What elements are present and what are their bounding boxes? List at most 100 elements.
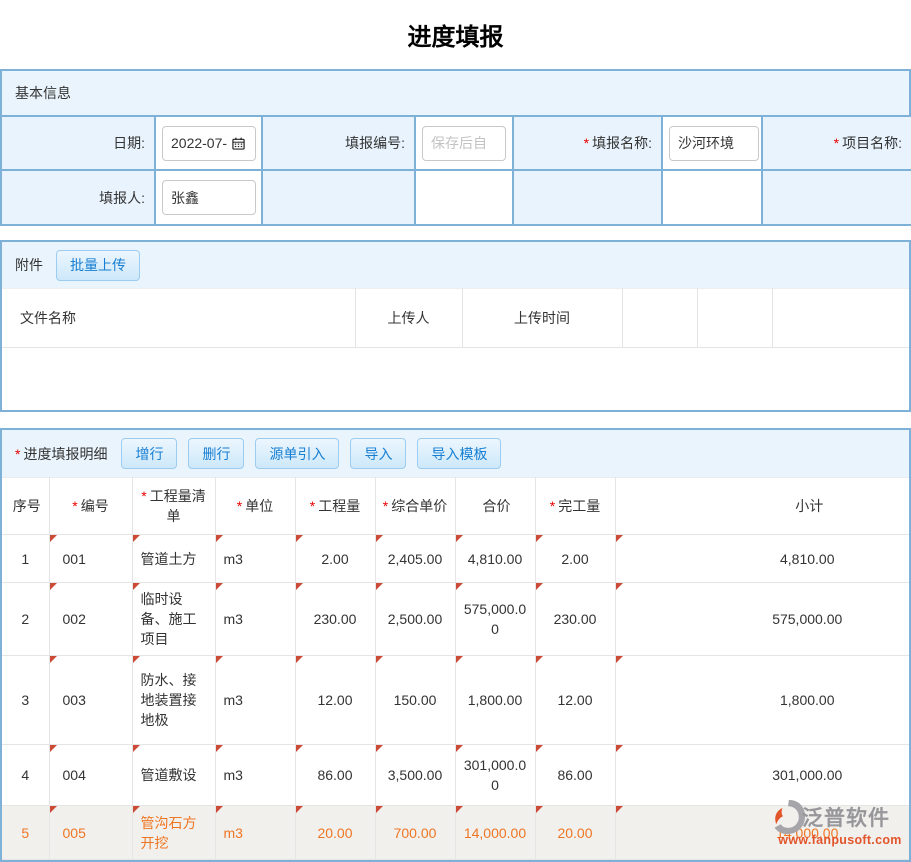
cell-unit-price[interactable]: 2,500.00 xyxy=(375,583,455,656)
report-no-cell xyxy=(415,116,513,170)
date-label: 日期: xyxy=(2,116,155,170)
date-cell: 2022-07- xyxy=(155,116,262,170)
details-panel: * 进度填报明细 增行 删行 源单引入 导入 导入模板 序号 *编号 *工程量清… xyxy=(0,428,911,862)
attachments-col-empty xyxy=(772,289,909,348)
cell-subtotal[interactable]: 14,000.00 xyxy=(615,806,909,860)
details-section-header: * 进度填报明细 增行 删行 源单引入 导入 导入模板 xyxy=(2,430,909,477)
attachments-panel: 附件 批量上传 文件名称 上传人 上传时间 xyxy=(0,240,911,412)
cell-code[interactable]: 002 xyxy=(49,583,132,656)
cell-unit[interactable]: m3 xyxy=(215,806,295,860)
details-header-row: 序号 *编号 *工程量清单 *单位 *工程量 *综合单价 合价 *完工量 小计 xyxy=(2,478,909,535)
cell-completed[interactable]: 86.00 xyxy=(535,745,615,806)
attachments-section-header: 附件 批量上传 xyxy=(2,242,909,288)
cell-amount[interactable]: 4,810.00 xyxy=(455,535,535,583)
cell-amount[interactable]: 14,000.00 xyxy=(455,806,535,860)
cell-item[interactable]: 防水、接地装置接地极 xyxy=(132,656,215,745)
cell-amount[interactable]: 1,800.00 xyxy=(455,656,535,745)
calendar-icon xyxy=(232,137,245,150)
cell-quantity[interactable]: 2.00 xyxy=(295,535,375,583)
col-seq: 序号 xyxy=(2,478,49,535)
cell-subtotal[interactable]: 1,800.00 xyxy=(615,656,909,745)
cell-seq: 4 xyxy=(2,745,49,806)
cell-quantity[interactable]: 12.00 xyxy=(295,656,375,745)
cell-item[interactable]: 管沟石方开挖 xyxy=(132,806,215,860)
date-value: 2022-07- xyxy=(171,135,227,151)
basic-info-empty-cell xyxy=(513,170,662,224)
basic-info-empty-cell xyxy=(762,170,911,224)
cell-unit-price[interactable]: 150.00 xyxy=(375,656,455,745)
delete-row-button[interactable]: 删行 xyxy=(188,438,244,469)
cell-amount[interactable]: 301,000.00 xyxy=(455,745,535,806)
basic-info-section-title: 基本信息 xyxy=(15,83,71,103)
cell-unit-price[interactable]: 3,500.00 xyxy=(375,745,455,806)
cell-quantity[interactable]: 86.00 xyxy=(295,745,375,806)
attachments-section-title: 附件 xyxy=(15,255,43,275)
report-name-cell xyxy=(662,116,762,170)
cell-item[interactable]: 管道敷设 xyxy=(132,745,215,806)
source-import-button[interactable]: 源单引入 xyxy=(255,438,339,469)
col-unit: *单位 xyxy=(215,478,295,535)
cell-completed[interactable]: 20.00 xyxy=(535,806,615,860)
attachments-col-empty xyxy=(622,289,697,348)
col-item: *工程量清单 xyxy=(132,478,215,535)
cell-unit-price[interactable]: 2,405.00 xyxy=(375,535,455,583)
import-button[interactable]: 导入 xyxy=(350,438,406,469)
attachments-col-upload-time: 上传时间 xyxy=(462,289,622,348)
cell-unit-price[interactable]: 700.00 xyxy=(375,806,455,860)
cell-quantity[interactable]: 20.00 xyxy=(295,806,375,860)
details-table: 序号 *编号 *工程量清单 *单位 *工程量 *综合单价 合价 *完工量 小计 … xyxy=(2,477,909,860)
attachments-col-uploader: 上传人 xyxy=(355,289,462,348)
cell-subtotal[interactable]: 301,000.00 xyxy=(615,745,909,806)
report-no-input[interactable] xyxy=(422,126,506,161)
table-row: 4 004 管道敷设 m3 86.00 3,500.00 301,000.00 … xyxy=(2,745,909,806)
cell-subtotal[interactable]: 4,810.00 xyxy=(615,535,909,583)
cell-unit[interactable]: m3 xyxy=(215,535,295,583)
cell-completed[interactable]: 230.00 xyxy=(535,583,615,656)
basic-info-form: 日期: 2022-07- xyxy=(2,115,911,224)
page-title: 进度填报 xyxy=(0,0,911,69)
reporter-label: 填报人: xyxy=(2,170,155,224)
date-field[interactable]: 2022-07- xyxy=(162,126,256,161)
add-row-button[interactable]: 增行 xyxy=(121,438,177,469)
report-no-label: 填报编号: xyxy=(262,116,415,170)
details-section-title: 进度填报明细 xyxy=(23,444,107,464)
report-name-label: *填报名称: xyxy=(513,116,662,170)
cell-subtotal[interactable]: 575,000.00 xyxy=(615,583,909,656)
project-name-label: *项目名称: xyxy=(762,116,911,170)
cell-item[interactable]: 临时设备、施工项目 xyxy=(132,583,215,656)
table-row: 2 002 临时设备、施工项目 m3 230.00 2,500.00 575,0… xyxy=(2,583,909,656)
col-unit-price: *综合单价 xyxy=(375,478,455,535)
cell-seq: 3 xyxy=(2,656,49,745)
cell-quantity[interactable]: 230.00 xyxy=(295,583,375,656)
cell-amount[interactable]: 575,000.00 xyxy=(455,583,535,656)
cell-item[interactable]: 管道土方 xyxy=(132,535,215,583)
basic-info-empty-cell xyxy=(415,170,513,224)
attachments-table: 文件名称 上传人 上传时间 xyxy=(2,288,909,348)
basic-info-empty-cell xyxy=(262,170,415,224)
table-row-selected: 5 005 管沟石方开挖 m3 20.00 700.00 14,000.00 2… xyxy=(2,806,909,860)
col-quantity: *工程量 xyxy=(295,478,375,535)
attachments-col-empty xyxy=(697,289,772,348)
col-subtotal: 小计 xyxy=(615,478,909,535)
reporter-input[interactable] xyxy=(162,180,256,215)
cell-unit[interactable]: m3 xyxy=(215,656,295,745)
col-completed: *完工量 xyxy=(535,478,615,535)
table-row: 3 003 防水、接地装置接地极 m3 12.00 150.00 1,800.0… xyxy=(2,656,909,745)
report-name-input[interactable] xyxy=(669,126,759,161)
cell-code[interactable]: 001 xyxy=(49,535,132,583)
cell-unit[interactable]: m3 xyxy=(215,583,295,656)
cell-unit[interactable]: m3 xyxy=(215,745,295,806)
basic-info-section-header: 基本信息 xyxy=(2,71,909,115)
cell-completed[interactable]: 2.00 xyxy=(535,535,615,583)
cell-code[interactable]: 005 xyxy=(49,806,132,860)
cell-completed[interactable]: 12.00 xyxy=(535,656,615,745)
import-template-button[interactable]: 导入模板 xyxy=(417,438,501,469)
col-amount: 合价 xyxy=(455,478,535,535)
cell-code[interactable]: 003 xyxy=(49,656,132,745)
basic-info-empty-cell xyxy=(662,170,762,224)
cell-seq: 1 xyxy=(2,535,49,583)
attachments-empty-body xyxy=(2,348,909,410)
batch-upload-button[interactable]: 批量上传 xyxy=(56,250,140,281)
cell-seq: 5 xyxy=(2,806,49,860)
cell-code[interactable]: 004 xyxy=(49,745,132,806)
